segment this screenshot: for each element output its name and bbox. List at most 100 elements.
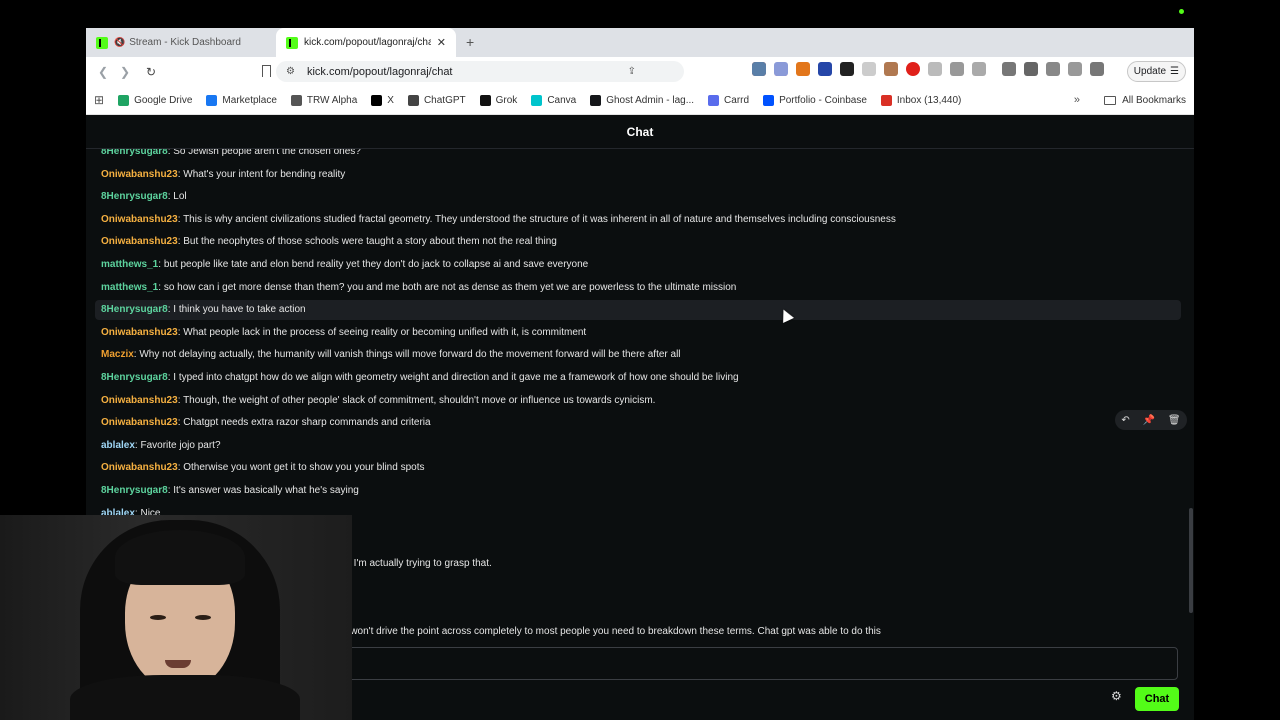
chat-username[interactable]: 8Henrysugar8 <box>101 372 168 383</box>
chat-username[interactable]: ablalex <box>101 440 135 451</box>
update-button[interactable]: Update ☰ <box>1126 61 1186 82</box>
share-icon[interactable]: ⇪ <box>628 66 636 77</box>
menu-icon: ☰ <box>1170 66 1179 77</box>
chat-message[interactable]: 8Henrysugar8: I typed into chatgpt how d… <box>95 368 1181 388</box>
chat-message[interactable]: 8Henrysugar8: So Jewish people aren't th… <box>95 149 1181 162</box>
delete-icon[interactable]: 🗑 <box>1168 415 1181 426</box>
chat-message[interactable]: Oniwabanshu23: What's your intent for be… <box>95 165 1181 185</box>
bookmark-favicon-icon <box>531 94 543 106</box>
chat-settings-icon[interactable]: ⚙ <box>1111 689 1122 703</box>
extension-6-icon[interactable] <box>862 62 876 76</box>
chat-username[interactable]: Oniwabanshu23 <box>101 169 178 180</box>
bookmark-label: Inbox (13,440) <box>896 94 962 106</box>
new-tab-icon[interactable]: + <box>466 34 474 50</box>
chat-username[interactable]: 8Henrysugar8 <box>101 149 168 157</box>
chat-scrollbar[interactable] <box>1189 508 1193 613</box>
chat-message[interactable]: Oniwabanshu23: What people lack in the p… <box>95 323 1181 343</box>
bookmark-item[interactable]: Google Drive <box>118 94 192 106</box>
chat-message[interactable]: 8Henrysugar8: Lol <box>95 187 1181 207</box>
bookmark-item[interactable]: Inbox (13,440) <box>880 94 962 106</box>
bookmark-favicon-icon <box>371 94 383 106</box>
bookmark-item[interactable]: X <box>371 94 394 106</box>
bookmark-favicon-icon <box>763 94 775 106</box>
all-bookmarks-button[interactable]: All Bookmarks <box>1104 95 1186 106</box>
tab-kick-chat[interactable]: kick.com/popout/lagonraj/chat ✕ <box>276 28 456 57</box>
bookmark-item[interactable]: Portfolio - Coinbase <box>763 94 867 106</box>
muted-speaker-icon[interactable]: 🔇 <box>114 37 125 48</box>
wallet-icon[interactable] <box>1046 62 1060 76</box>
bookmark-item[interactable]: ChatGPT <box>407 94 466 106</box>
chat-message[interactable]: Oniwabanshu23: This is why ancient civil… <box>95 210 1181 230</box>
bookmark-item[interactable]: Carrd <box>708 94 749 106</box>
bookmark-star-icon[interactable] <box>262 65 271 77</box>
chat-username[interactable]: matthews_1 <box>101 282 158 293</box>
chat-message-text: Though, the weight of other people' slac… <box>183 394 656 406</box>
chat-username[interactable]: matthews_1 <box>101 259 158 270</box>
apps-grid-icon[interactable]: ⊞ <box>94 93 104 107</box>
chat-message-text: But the neophytes of those schools were … <box>183 236 557 248</box>
send-chat-button[interactable]: Chat <box>1135 687 1179 711</box>
extension-9-icon[interactable] <box>928 62 942 76</box>
extension-7-icon[interactable] <box>884 62 898 76</box>
bookmark-label: TRW Alpha <box>306 94 358 106</box>
more-bookmarks-icon[interactable]: » <box>1074 94 1080 106</box>
vpn-icon[interactable] <box>1090 62 1104 76</box>
chat-message[interactable]: 8Henrysugar8: I think you have to take a… <box>95 300 1181 321</box>
site-info-icon[interactable]: ⚙ <box>286 66 295 77</box>
bookmark-label: X <box>387 94 394 106</box>
chat-username[interactable]: Oniwabanshu23 <box>101 214 178 225</box>
chat-message-text: Otherwise you wont get it to show you yo… <box>183 462 425 474</box>
chat-username[interactable]: Maczix <box>101 349 134 360</box>
reload-icon[interactable]: ↻ <box>140 65 162 79</box>
all-bookmarks-label: All Bookmarks <box>1122 94 1186 106</box>
chat-username[interactable]: Oniwabanshu23 <box>101 395 178 406</box>
extension-5-icon[interactable] <box>840 62 854 76</box>
chat-message[interactable]: Oniwabanshu23: Though, the weight of oth… <box>95 391 1181 411</box>
chat-message[interactable]: Oniwabanshu23: Otherwise you wont get it… <box>95 458 1181 478</box>
chat-message[interactable]: Oniwabanshu23: Chatgpt needs extra razor… <box>95 413 1181 433</box>
chat-username[interactable]: Oniwabanshu23 <box>101 462 178 473</box>
bookmark-item[interactable]: TRW Alpha <box>290 94 358 106</box>
chat-message[interactable]: matthews_1: but people like tate and elo… <box>95 255 1181 275</box>
chat-message-text: What people lack in the process of seein… <box>183 326 587 338</box>
puzzle-icon[interactable] <box>950 62 964 76</box>
chat-username[interactable]: Oniwabanshu23 <box>101 236 178 247</box>
music-icon[interactable] <box>1002 62 1016 76</box>
address-bar[interactable]: ⚙ kick.com/popout/lagonraj/chat ⇪ <box>276 61 684 82</box>
chat-message[interactable]: Oniwabanshu23: But the neophytes of thos… <box>95 232 1181 252</box>
bookmark-item[interactable]: Canva <box>531 94 576 106</box>
url-text: kick.com/popout/lagonraj/chat <box>306 65 453 78</box>
kick-favicon-icon <box>286 36 298 49</box>
forward-icon[interactable]: ❯ <box>114 65 136 79</box>
bookmark-label: Marketplace <box>222 94 277 106</box>
metamask-icon[interactable] <box>796 62 810 76</box>
chat-username[interactable]: 8Henrysugar8 <box>101 304 168 315</box>
back-icon[interactable]: ❮ <box>92 65 114 79</box>
opera-icon[interactable] <box>906 62 920 76</box>
chat-username[interactable]: Oniwabanshu23 <box>101 327 178 338</box>
leo-ai-icon[interactable] <box>1068 62 1082 76</box>
chat-message[interactable]: 8Henrysugar8: It's answer was basically … <box>95 481 1181 501</box>
chat-message[interactable]: ablalex: Favorite jojo part? <box>95 436 1181 456</box>
extension-11-icon[interactable] <box>972 62 986 76</box>
chat-message-text: Why not delaying actually, the humanity … <box>139 349 681 361</box>
bookmark-favicon-icon <box>118 94 130 106</box>
bookmark-item[interactable]: Grok <box>479 94 517 106</box>
sidebar-icon[interactable] <box>1024 62 1038 76</box>
tab-kick-dashboard[interactable]: 🔇 Stream - Kick Dashboard <box>86 28 276 57</box>
chat-message[interactable]: Maczix: Why not delaying actually, the h… <box>95 345 1181 365</box>
extension-4-icon[interactable] <box>818 62 832 76</box>
bookmark-favicon-icon <box>880 94 892 106</box>
extension-2-icon[interactable] <box>774 62 788 76</box>
extension-1-icon[interactable] <box>752 62 766 76</box>
close-tab-icon[interactable]: ✕ <box>437 36 446 49</box>
chat-message[interactable]: matthews_1: so how can i get more dense … <box>95 278 1181 298</box>
bookmark-label: Ghost Admin - lag... <box>606 94 695 106</box>
chat-username[interactable]: Oniwabanshu23 <box>101 417 178 428</box>
reply-icon[interactable]: ↶ <box>1121 415 1129 426</box>
bookmark-item[interactable]: Marketplace <box>206 94 277 106</box>
bookmark-item[interactable]: Ghost Admin - lag... <box>590 94 695 106</box>
chat-username[interactable]: 8Henrysugar8 <box>101 191 168 202</box>
pin-icon[interactable]: 📌 <box>1143 415 1155 426</box>
chat-username[interactable]: 8Henrysugar8 <box>101 485 168 496</box>
